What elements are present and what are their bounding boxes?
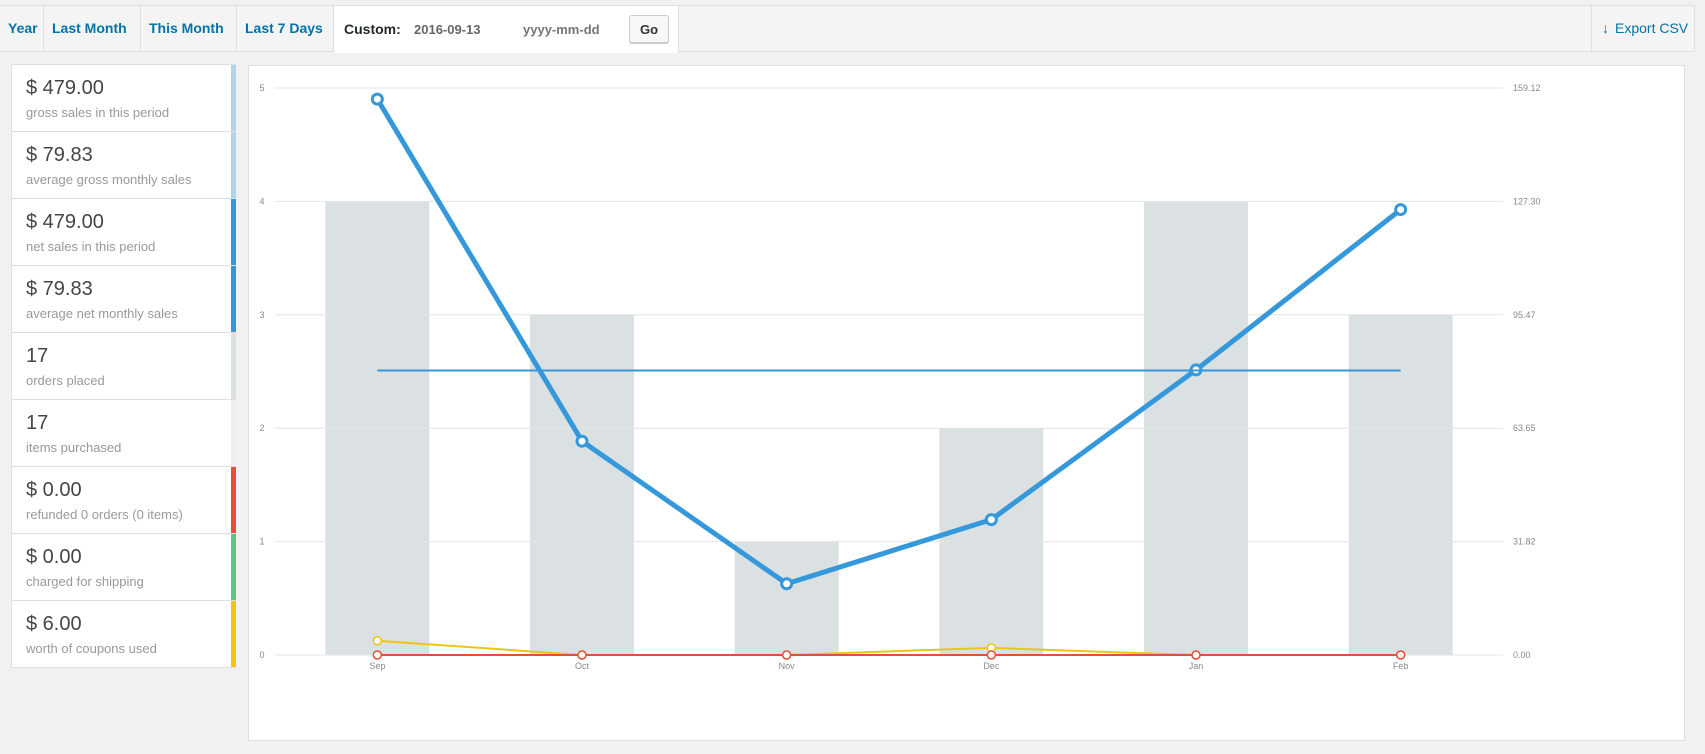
legend-label: average gross monthly sales xyxy=(26,172,192,187)
chart-point xyxy=(575,434,589,448)
legend-amount: $ 79.83 xyxy=(26,144,93,166)
legend-amount: $ 479.00 xyxy=(26,211,104,233)
x-axis-tick: Sep xyxy=(369,661,385,671)
export-csv-label: Export CSV xyxy=(1615,20,1689,36)
legend-amount: 17 xyxy=(26,345,49,367)
legend-amount: $ 0.00 xyxy=(26,546,82,568)
custom-label: Custom: xyxy=(344,21,401,37)
tab-last-7-days[interactable]: Last 7 Days xyxy=(237,6,334,51)
legend-color-bar xyxy=(231,132,236,198)
chart-point xyxy=(1395,650,1406,660)
chart-point xyxy=(1394,203,1408,217)
legend-label: average net monthly sales xyxy=(26,306,178,321)
go-button[interactable]: Go xyxy=(629,15,669,43)
left-axis-tick: 5 xyxy=(259,83,264,93)
left-axis-tick: 4 xyxy=(259,196,264,206)
right-axis-tick: 159.12 xyxy=(1513,83,1541,93)
legend-label: net sales in this period xyxy=(26,239,156,254)
legend-items-purchased[interactable]: 17 items purchased xyxy=(11,399,236,467)
legend-orders-placed[interactable]: 17 orders placed xyxy=(11,332,236,400)
legend-coupons[interactable]: $ 6.00 worth of coupons used xyxy=(11,600,236,668)
right-axis-tick: 63.65 xyxy=(1513,423,1536,433)
legend-amount: 17 xyxy=(26,412,49,434)
export-csv-button[interactable]: ↓ Export CSV xyxy=(1591,6,1694,51)
legend-color-bar xyxy=(231,199,236,265)
legend-amount: $ 479.00 xyxy=(26,77,104,99)
chart-point xyxy=(986,650,997,660)
chart-point xyxy=(370,92,384,106)
right-axis-tick: 127.30 xyxy=(1513,196,1541,206)
legend-gross-sales[interactable]: $ 479.00 gross sales in this period xyxy=(11,64,236,132)
chart-point xyxy=(780,577,794,591)
legend-color-bar xyxy=(231,65,236,131)
tab-last-month[interactable]: Last Month xyxy=(44,6,141,51)
legend-label: orders placed xyxy=(26,373,105,388)
legend-color-bar xyxy=(231,467,236,533)
legend-refunds[interactable]: $ 0.00 refunded 0 orders (0 items) xyxy=(11,466,236,534)
legend-average-net[interactable]: $ 79.83 average net monthly sales xyxy=(11,265,236,333)
chart-point xyxy=(984,513,998,527)
left-axis-tick: 0 xyxy=(259,650,264,660)
legend-amount: $ 79.83 xyxy=(26,278,93,300)
legend-average-gross[interactable]: $ 79.83 average gross monthly sales xyxy=(11,131,236,199)
legend-label: worth of coupons used xyxy=(26,641,157,656)
date-range-toolbar: Year Last Month This Month Last 7 Days C… xyxy=(0,5,1695,53)
legend-color-bar xyxy=(231,266,236,332)
chart-legend: $ 479.00 gross sales in this period $ 79.… xyxy=(11,64,236,668)
end-date-input[interactable] xyxy=(523,19,623,39)
x-axis-tick: Feb xyxy=(1393,661,1409,671)
tab-this-month[interactable]: This Month xyxy=(141,6,237,51)
chart-point xyxy=(372,650,383,660)
download-arrow-icon: ↓ xyxy=(1602,20,1609,36)
right-axis-tick: 31.82 xyxy=(1513,537,1536,547)
legend-label: refunded 0 orders (0 items) xyxy=(26,507,183,522)
left-axis-tick: 3 xyxy=(259,310,264,320)
legend-shipping[interactable]: $ 0.00 charged for shipping xyxy=(11,533,236,601)
chart-svg: 0 1 2 3 4 5 0.00 31.82 63.65 95.47 127.30 159.12 Sep… xyxy=(259,83,1541,671)
x-axis-tick: Nov xyxy=(779,661,796,671)
right-axis-tick: 95.47 xyxy=(1513,310,1536,320)
sales-chart: 0 1 2 3 4 5 0.00 31.82 63.65 95.47 127.30 159.12 Sep… xyxy=(248,65,1685,741)
right-axis-tick: 0.00 xyxy=(1513,650,1531,660)
tab-year[interactable]: Year xyxy=(0,6,44,51)
custom-range: Custom: Go xyxy=(334,6,679,53)
legend-color-bar xyxy=(231,601,236,667)
legend-color-bar xyxy=(231,400,236,466)
legend-label: items purchased xyxy=(26,440,122,455)
legend-label: charged for shipping xyxy=(26,574,144,589)
chart-bar-feb xyxy=(1348,314,1453,655)
x-axis-tick: Dec xyxy=(983,661,1000,671)
legend-amount: $ 6.00 xyxy=(26,613,82,635)
start-date-input[interactable] xyxy=(414,19,514,39)
legend-label: gross sales in this period xyxy=(26,105,170,120)
chart-point xyxy=(1191,650,1201,660)
left-axis-tick: 2 xyxy=(259,423,264,433)
legend-color-bar xyxy=(231,333,236,399)
chart-point xyxy=(577,650,587,660)
x-axis-tick: Jan xyxy=(1189,661,1204,671)
legend-net-sales[interactable]: $ 479.00 net sales in this period xyxy=(11,198,236,266)
chart-point xyxy=(372,635,383,646)
legend-amount: $ 0.00 xyxy=(26,479,82,501)
left-axis-tick: 1 xyxy=(259,537,264,547)
legend-color-bar xyxy=(231,534,236,600)
chart-point xyxy=(781,650,792,660)
x-axis-tick: Oct xyxy=(575,661,590,671)
chart-bar-oct xyxy=(530,314,634,655)
